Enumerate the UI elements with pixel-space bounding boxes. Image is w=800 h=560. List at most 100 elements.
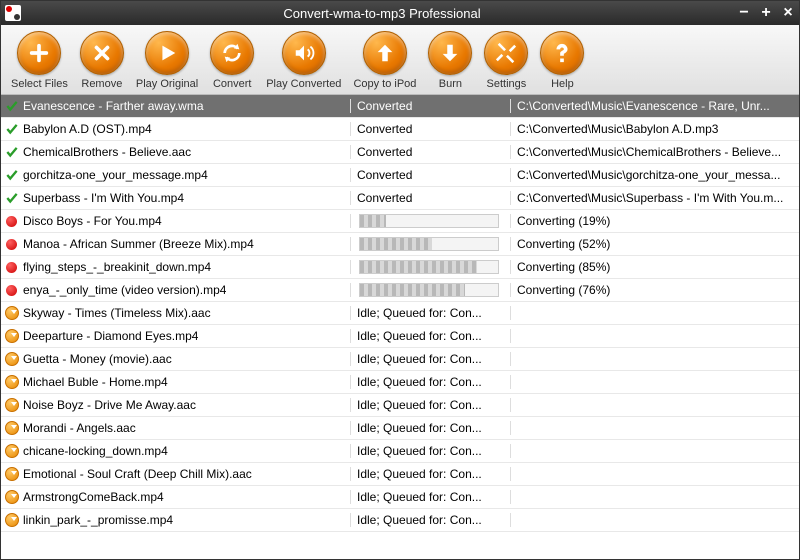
sound-icon [282,31,326,75]
status-cell: Idle; Queued for: Con... [351,375,511,389]
status-cell: Converted [351,99,511,113]
toolbar-label: Copy to iPod [353,78,416,90]
queued-icon [5,513,19,527]
remove-button[interactable]: Remove [74,31,130,90]
window-title: Convert-wma-to-mp3 Professional [27,6,737,21]
queued-icon [5,329,19,343]
table-row[interactable]: Morandi - Angels.aacIdle; Queued for: Co… [1,417,799,440]
table-row[interactable]: ArmstrongComeBack.mp4Idle; Queued for: C… [1,486,799,509]
copy-to-ipod-button[interactable]: Copy to iPod [347,31,422,90]
table-row[interactable]: Guetta - Money (movie).aacIdle; Queued f… [1,348,799,371]
maximize-button[interactable]: + [759,4,773,22]
check-icon [5,145,19,159]
filename-cell: flying_steps_-_breakinit_down.mp4 [1,260,351,274]
status-cell: Converted [351,168,511,182]
table-row[interactable]: Manoa - African Summer (Breeze Mix).mp4 C… [1,233,799,256]
filename-text: Disco Boys - For You.mp4 [23,214,162,228]
table-row[interactable]: Evanescence - Farther away.wmaConvertedC… [1,95,799,118]
toolbar-label: Help [551,78,574,90]
tools-icon [484,31,528,75]
filename-text: enya_-_only_time (video version).mp4 [23,283,226,297]
output-cell: Converting (19%) [511,214,799,228]
output-cell: C:\Converted\Music\Evanescence - Rare, U… [511,99,799,113]
recording-icon [6,285,17,296]
filename-cell: gorchitza-one_your_message.mp4 [1,168,351,182]
minimize-button[interactable]: − [737,4,751,22]
titlebar[interactable]: Convert-wma-to-mp3 Professional − + × [1,1,799,25]
select-files-button[interactable]: Select Files [5,31,74,90]
progress-fill [360,215,386,227]
recording-icon [6,216,17,227]
table-row[interactable]: Noise Boyz - Drive Me Away.aacIdle; Queu… [1,394,799,417]
app-icon [5,5,21,21]
x-icon [80,31,124,75]
table-row[interactable]: gorchitza-one_your_message.mp4ConvertedC… [1,164,799,187]
table-row[interactable]: ChemicalBrothers - Believe.aacConvertedC… [1,141,799,164]
table-row[interactable]: Deeparture - Diamond Eyes.mp4Idle; Queue… [1,325,799,348]
output-cell: C:\Converted\Music\ChemicalBrothers - Be… [511,145,799,159]
down-icon [428,31,472,75]
progress-bar [359,237,499,251]
table-row[interactable]: Michael Buble - Home.mp4Idle; Queued for… [1,371,799,394]
filename-cell: Noise Boyz - Drive Me Away.aac [1,398,351,412]
filename-cell: Skyway - Times (Timeless Mix).aac [1,306,351,320]
filename-text: ChemicalBrothers - Believe.aac [23,145,191,159]
filename-text: Guetta - Money (movie).aac [23,352,172,366]
table-row[interactable]: chicane-locking_down.mp4Idle; Queued for… [1,440,799,463]
queued-icon [5,467,19,481]
filename-text: Babylon A.D (OST).mp4 [23,122,152,136]
toolbar-label: Play Converted [266,78,341,90]
table-row[interactable]: flying_steps_-_breakinit_down.mp4 Convert… [1,256,799,279]
window-controls: − + × [737,4,795,22]
table-row[interactable]: linkin_park_-_promisse.mp4Idle; Queued f… [1,509,799,532]
progress-bar [359,260,499,274]
table-row[interactable]: Disco Boys - For You.mp4 Converting (19%) [1,210,799,233]
filename-cell: Evanescence - Farther away.wma [1,99,351,113]
play-original-button[interactable]: Play Original [130,31,204,90]
help-button[interactable]: Help [534,31,590,90]
convert-button[interactable]: Convert [204,31,260,90]
play-converted-button[interactable]: Play Converted [260,31,347,90]
output-cell: Converting (52%) [511,237,799,251]
filename-text: Emotional - Soul Craft (Deep Chill Mix).… [23,467,252,481]
filename-text: Skyway - Times (Timeless Mix).aac [23,306,211,320]
app-window: Convert-wma-to-mp3 Professional − + × Se… [0,0,800,560]
close-button[interactable]: × [781,4,795,22]
settings-button[interactable]: Settings [478,31,534,90]
file-list[interactable]: Evanescence - Farther away.wmaConvertedC… [1,95,799,559]
queued-icon [5,375,19,389]
table-row[interactable]: Superbass - I'm With You.mp4ConvertedC:\… [1,187,799,210]
output-cell: C:\Converted\Music\Superbass - I'm With … [511,191,799,205]
output-cell: C:\Converted\Music\Babylon A.D.mp3 [511,122,799,136]
toolbar-label: Select Files [11,78,68,90]
up-icon [363,31,407,75]
filename-cell: Michael Buble - Home.mp4 [1,375,351,389]
table-row[interactable]: Skyway - Times (Timeless Mix).aacIdle; Q… [1,302,799,325]
burn-button[interactable]: Burn [422,31,478,90]
recording-icon [6,239,17,250]
output-cell: C:\Converted\Music\gorchitza-one_your_me… [511,168,799,182]
plus-icon [17,31,61,75]
table-row[interactable]: enya_-_only_time (video version).mp4Conv… [1,279,799,302]
filename-text: flying_steps_-_breakinit_down.mp4 [23,260,211,274]
filename-cell: Superbass - I'm With You.mp4 [1,191,351,205]
progress-bar [359,283,499,297]
filename-text: Manoa - African Summer (Breeze Mix).mp4 [23,237,254,251]
toolbar-label: Settings [487,78,527,90]
filename-text: Deeparture - Diamond Eyes.mp4 [23,329,198,343]
toolbar-label: Convert [213,78,252,90]
queued-icon [5,421,19,435]
filename-text: ArmstrongComeBack.mp4 [23,490,164,504]
status-cell [351,260,511,274]
status-cell: Converted [351,191,511,205]
queued-icon [5,398,19,412]
table-row[interactable]: Babylon A.D (OST).mp4ConvertedC:\Convert… [1,118,799,141]
filename-cell: Guetta - Money (movie).aac [1,352,351,366]
queued-icon [5,490,19,504]
refresh-icon [210,31,254,75]
status-cell: Idle; Queued for: Con... [351,467,511,481]
check-icon [5,191,19,205]
output-cell: Converting (85%) [511,260,799,274]
filename-text: Morandi - Angels.aac [23,421,136,435]
table-row[interactable]: Emotional - Soul Craft (Deep Chill Mix).… [1,463,799,486]
